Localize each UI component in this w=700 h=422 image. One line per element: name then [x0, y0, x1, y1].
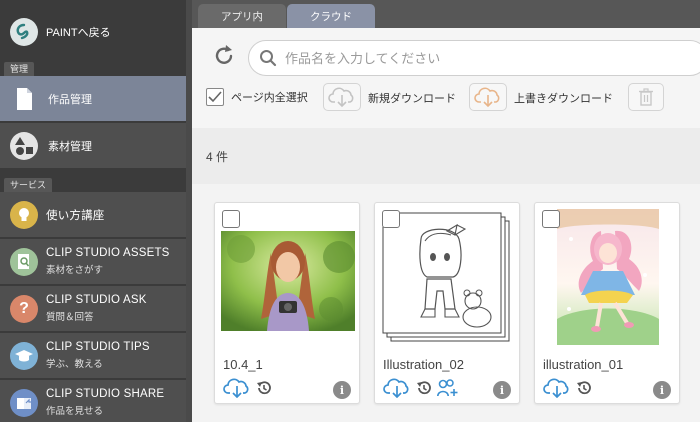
select-all-label: ページ内全選択: [231, 92, 308, 104]
work-name: illustration_01: [543, 357, 624, 372]
sidebar-item-works[interactable]: 作品管理: [0, 76, 186, 122]
work-card[interactable]: 10.4_1 i: [214, 202, 360, 404]
sidebar-item-label: 素材管理: [48, 140, 92, 153]
work-name: 10.4_1: [223, 357, 263, 372]
back-to-paint-button[interactable]: PAINTへ戻る: [0, 8, 186, 56]
work-thumbnail[interactable]: [541, 209, 675, 345]
section-label-manage: 管理: [4, 62, 35, 76]
work-select-checkbox[interactable]: [222, 210, 240, 228]
sidebar-item-ask[interactable]: ? CLIP STUDIO ASK 質問＆回答: [0, 286, 186, 332]
service-subtitle: 素材をさがす: [46, 265, 104, 276]
sidebar-item-materials[interactable]: 素材管理: [0, 123, 186, 169]
tab-in-app[interactable]: アプリ内: [198, 4, 286, 28]
book-share-icon: [10, 388, 38, 417]
overwrite-download-button[interactable]: [469, 83, 507, 111]
search-input[interactable]: [285, 50, 665, 66]
select-all-control[interactable]: ページ内全選択: [206, 88, 308, 106]
history-icon[interactable]: [575, 379, 593, 402]
overwrite-download-label: 上書きダウンロード: [514, 93, 613, 105]
history-icon[interactable]: [415, 379, 433, 402]
cloud-download-icon[interactable]: [383, 377, 411, 403]
cloud-download-icon[interactable]: [223, 377, 251, 403]
document-icon: [10, 85, 38, 113]
service-title: CLIP STUDIO TIPS: [46, 341, 150, 353]
section-label-services: サービス: [4, 178, 53, 192]
new-download-label: 新規ダウンロード: [368, 93, 456, 105]
info-icon[interactable]: i: [653, 381, 671, 399]
sidebar-item-share[interactable]: CLIP STUDIO SHARE 作品を見せる: [0, 380, 186, 422]
magnifier-document-icon: [10, 247, 38, 276]
search-box[interactable]: [248, 40, 700, 76]
info-icon[interactable]: i: [493, 381, 511, 399]
tab-bar: アプリ内 クラウド: [192, 0, 700, 28]
paint-logo-icon: [10, 18, 38, 46]
cloud-download-icon: [328, 87, 354, 108]
select-all-checkbox[interactable]: [206, 88, 224, 106]
cloud-download-icon[interactable]: [543, 377, 571, 403]
sidebar-item-label: 作品管理: [48, 93, 92, 106]
sidebar-item-tutorials[interactable]: 使い方講座: [0, 192, 186, 238]
service-subtitle: 学ぶ、教える: [46, 359, 103, 370]
work-select-checkbox[interactable]: [542, 210, 560, 228]
result-count: 4 件: [206, 150, 229, 164]
work-thumbnail[interactable]: [381, 209, 515, 345]
new-download-button[interactable]: [323, 83, 361, 111]
service-title: CLIP STUDIO SHARE: [46, 388, 165, 400]
service-title: 使い方講座: [46, 209, 105, 222]
service-title: CLIP STUDIO ASK: [46, 294, 147, 306]
toolbar: ページ内全選択 新規ダウンロード 上書きダウンロード: [192, 28, 700, 128]
work-thumbnail[interactable]: [221, 209, 355, 345]
shapes-icon: [10, 131, 38, 160]
service-subtitle: 作品を見せる: [46, 406, 104, 417]
service-title: CLIP STUDIO ASSETS: [46, 247, 170, 259]
trash-icon: [639, 88, 653, 106]
history-icon[interactable]: [255, 379, 273, 402]
info-icon[interactable]: i: [333, 381, 351, 399]
sidebar: PAINTへ戻る 管理 作品管理 素材管理 サービス 使い方講座 CLIP ST…: [0, 0, 186, 422]
cloud-download-orange-icon: [474, 87, 500, 108]
search-icon: [260, 50, 277, 67]
back-label: PAINTへ戻る: [46, 27, 111, 39]
lightbulb-icon: [10, 200, 38, 229]
result-count-bar: 4 件: [192, 128, 700, 184]
service-subtitle: 質問＆回答: [46, 312, 94, 323]
sidebar-item-assets[interactable]: CLIP STUDIO ASSETS 素材をさがす: [0, 239, 186, 285]
work-card[interactable]: Illustration_02 i: [374, 202, 520, 404]
question-icon: ?: [10, 294, 38, 323]
shared-users-icon[interactable]: [437, 378, 459, 403]
work-select-checkbox[interactable]: [382, 210, 400, 228]
refresh-icon[interactable]: [210, 42, 238, 70]
work-card[interactable]: illustration_01 i: [534, 202, 680, 404]
graduation-cap-icon: [10, 341, 38, 370]
delete-button[interactable]: [628, 83, 664, 111]
work-name: Illustration_02: [383, 357, 464, 372]
sidebar-item-tips[interactable]: CLIP STUDIO TIPS 学ぶ、教える: [0, 333, 186, 379]
tab-cloud[interactable]: クラウド: [287, 4, 375, 28]
works-grid: 10.4_1 i Illustration_02 i illustration_…: [192, 184, 700, 422]
